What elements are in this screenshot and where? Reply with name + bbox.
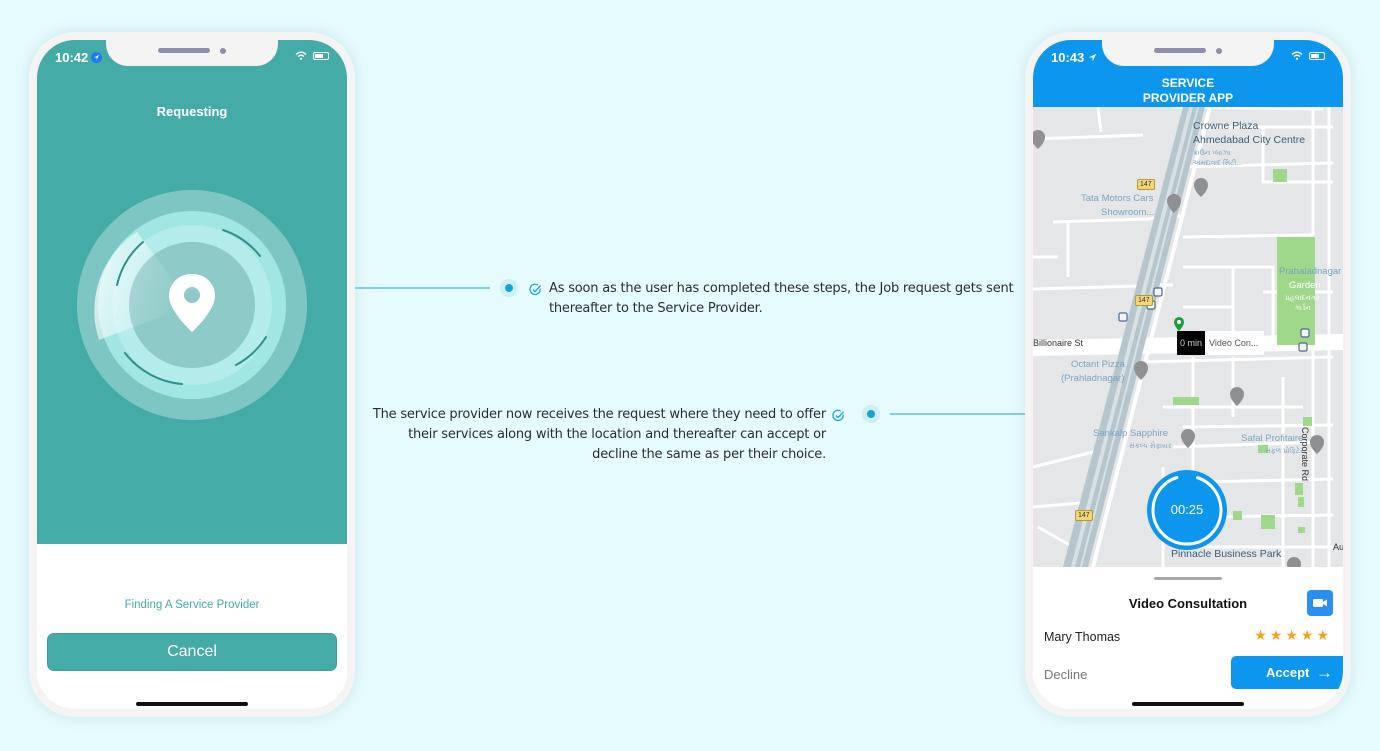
connector-line bbox=[355, 287, 490, 289]
wifi-icon bbox=[1291, 51, 1303, 60]
sheet-handle[interactable] bbox=[1154, 577, 1222, 580]
check-circle-icon bbox=[832, 409, 845, 422]
map-label-poi: અમદાવાદ સિટી... bbox=[1193, 160, 1243, 167]
star-icon: ★ bbox=[1254, 627, 1267, 643]
road-number-badge: 147 bbox=[1137, 179, 1155, 190]
map-label-poi: (Prahladnagar) bbox=[1061, 373, 1125, 384]
connector-dot bbox=[862, 405, 880, 423]
map-label-poi: ગાર્ડન bbox=[1295, 305, 1311, 312]
annotation-text: As soon as the user has completed these … bbox=[549, 281, 1014, 316]
battery-icon bbox=[313, 51, 329, 60]
road-number-badge: 147 bbox=[1135, 295, 1153, 306]
app-title: SERVICE PROVIDER APP bbox=[1142, 76, 1234, 105]
wifi-icon bbox=[295, 51, 307, 60]
arrow-right-icon: → bbox=[1316, 663, 1333, 682]
decline-button[interactable]: Decline bbox=[1044, 667, 1087, 682]
location-arrow-icon bbox=[91, 52, 103, 63]
check-circle-icon bbox=[529, 283, 542, 296]
phone-notch bbox=[106, 40, 278, 66]
map-label-poi: Prahaladnagar bbox=[1279, 266, 1342, 277]
star-icon: ★ bbox=[1285, 627, 1298, 643]
map-label-poi: Garden bbox=[1289, 280, 1321, 291]
page-title: Requesting bbox=[156, 104, 228, 119]
request-sheet: Video Consultation Mary Thomas ★ ★ ★ ★ ★ Dec… bbox=[1033, 567, 1343, 709]
video-camera-icon bbox=[1313, 599, 1327, 607]
status-time: 10:43 bbox=[1051, 50, 1085, 65]
road-number-badge: 147 bbox=[1075, 510, 1093, 521]
map-label-street: Au bbox=[1333, 542, 1343, 552]
eta-minutes: 0 min bbox=[1177, 331, 1206, 355]
star-icon: ★ bbox=[1300, 627, 1314, 643]
map-label-poi: સફળ પ્રોફિટેર bbox=[1265, 448, 1304, 455]
home-indicator bbox=[136, 702, 248, 706]
rating-stars: ★ ★ ★ ★ ★ bbox=[1254, 627, 1329, 644]
connector-line bbox=[890, 413, 1026, 415]
home-indicator bbox=[1132, 702, 1244, 706]
accept-button[interactable]: Accept → bbox=[1231, 656, 1343, 689]
star-icon: ★ bbox=[1316, 627, 1329, 643]
map-label-street: Corporate Rd bbox=[1300, 427, 1310, 482]
map-label-street: Billionaire St bbox=[1033, 338, 1084, 348]
request-title: Video Consultation bbox=[1128, 596, 1248, 611]
status-time: 10:42 bbox=[55, 50, 89, 65]
radar-search-icon bbox=[77, 190, 307, 420]
provider-phone: SERVICE PROVIDER APP 10:43 Crowne Plaza … bbox=[1025, 32, 1351, 717]
map-label-poi: Sankalp Sapphire bbox=[1093, 428, 1168, 439]
location-arrow-icon bbox=[1089, 53, 1097, 62]
eta-label: Video Con... bbox=[1209, 338, 1259, 348]
map-label-poi: Showroom... bbox=[1101, 207, 1155, 218]
eta-marker[interactable]: 0 min Video Con... bbox=[1177, 331, 1265, 355]
map-label-poi: Ahmedabad City Centre bbox=[1193, 134, 1306, 146]
star-icon: ★ bbox=[1269, 627, 1283, 643]
map-label-poi: Crowne Plaza bbox=[1193, 120, 1259, 132]
cancel-button[interactable]: Cancel bbox=[47, 633, 337, 671]
battery-icon bbox=[1309, 51, 1325, 60]
timer-text: 00:25 bbox=[1170, 502, 1204, 517]
customer-phone: 10:42 Requesting Finding A Service Provi… bbox=[29, 32, 355, 717]
finding-status-text: Finding A Service Provider bbox=[124, 599, 260, 611]
map-view[interactable]: Crowne Plaza Ahmedabad City Centre ક્રાઉ… bbox=[1033, 107, 1343, 567]
map-label-poi: Octant Pizza bbox=[1071, 359, 1125, 370]
customer-name: Mary Thomas bbox=[1044, 630, 1121, 644]
map-label-poi: Tata Motors Cars bbox=[1081, 193, 1154, 204]
countdown-timer: 00:25 bbox=[1147, 470, 1227, 550]
video-call-button[interactable] bbox=[1307, 590, 1333, 616]
phone-notch bbox=[1102, 40, 1274, 66]
annotation-text: The service provider now receives the re… bbox=[372, 407, 826, 462]
accept-label: Accept bbox=[1266, 665, 1310, 680]
map-label-poi: સંકલ્પ સેફાયર bbox=[1129, 443, 1172, 450]
map-label-poi: Safal Profitaire bbox=[1241, 433, 1304, 444]
connector-dot bbox=[500, 279, 518, 297]
customer-screen: 10:42 Requesting Finding A Service Provi… bbox=[37, 40, 347, 709]
provider-screen: SERVICE PROVIDER APP 10:43 Crowne Plaza … bbox=[1033, 40, 1343, 709]
